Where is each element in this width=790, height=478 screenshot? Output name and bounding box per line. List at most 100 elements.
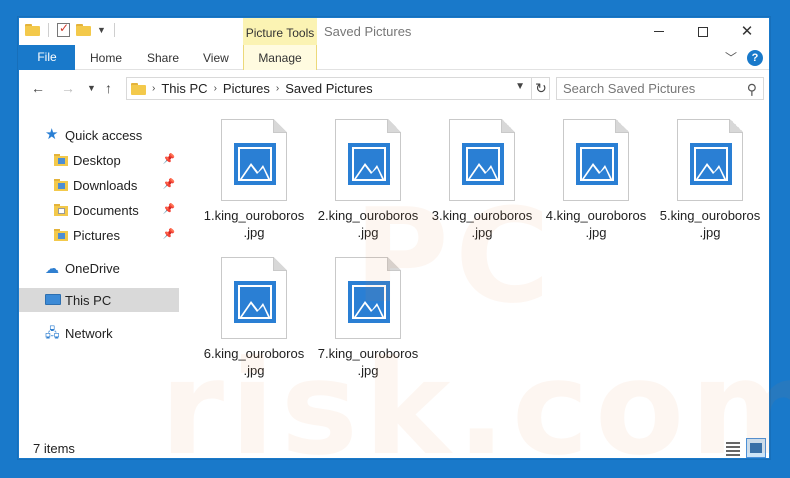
minimize-button[interactable]	[637, 18, 681, 45]
navigation-bar: ← → ▼ ↑ › This PC › Pictures › Saved Pic…	[19, 71, 769, 105]
file-item[interactable]: 4.king_ouroboros .jpg	[537, 119, 655, 241]
toolbar-separator	[48, 23, 49, 37]
image-file-icon	[449, 119, 515, 201]
file-item[interactable]: 7.king_ouroboros .jpg	[309, 257, 427, 379]
file-name: 1.king_ouroboros .jpg	[203, 208, 305, 240]
large-icons-icon	[750, 443, 762, 453]
pictures-folder-icon	[53, 227, 69, 243]
refresh-icon: ↻	[535, 80, 547, 96]
ribbon-controls: ﹀ ?	[725, 49, 763, 66]
address-bar[interactable]: › This PC › Pictures › Saved Pictures ▼	[126, 77, 550, 100]
sidebar-item-label: Pictures	[73, 227, 120, 243]
pin-icon[interactable]: 📌	[163, 179, 175, 190]
address-folder-icon	[131, 82, 146, 95]
file-item[interactable]: 1.king_ouroboros .jpg	[195, 119, 313, 241]
image-file-icon	[335, 257, 401, 339]
explorer-window: ▼ Picture Tools Saved Pictures ✕ File Ho…	[18, 17, 770, 459]
navigation-pane: ★ Quick access Desktop 📌 Downloads 📌 Doc…	[19, 115, 179, 437]
sidebar-item-desktop[interactable]: Desktop 📌	[19, 148, 179, 172]
customize-toolbar-icon[interactable]: ▼	[97, 25, 106, 35]
sidebar-item-label: Network	[65, 325, 113, 341]
breadcrumb-this-pc[interactable]: This PC	[161, 81, 207, 96]
expand-ribbon-icon[interactable]: ﹀	[725, 49, 737, 66]
refresh-button[interactable]: ↻	[531, 77, 550, 100]
cloud-icon: ☁	[45, 260, 59, 276]
sidebar-item-label: Documents	[73, 202, 139, 218]
file-name: 6.king_ouroboros .jpg	[203, 346, 305, 378]
file-item[interactable]: 2.king_ouroboros .jpg	[309, 119, 427, 241]
sidebar-item-network[interactable]: 🖧 Network	[19, 321, 179, 345]
star-icon: ★	[45, 126, 59, 143]
image-file-icon	[221, 119, 287, 201]
search-input[interactable]: Search Saved Pictures	[556, 77, 764, 100]
minimize-icon	[654, 31, 664, 32]
breadcrumb-pictures[interactable]: Pictures	[223, 81, 270, 96]
pin-icon[interactable]: 📌	[163, 154, 175, 165]
sidebar-item-label: Downloads	[73, 177, 138, 193]
tab-home[interactable]: Home	[90, 45, 122, 70]
sidebar-item-documents[interactable]: Documents 📌	[19, 198, 179, 222]
computer-icon	[45, 292, 61, 308]
title-bar: ▼ Picture Tools Saved Pictures ✕	[19, 18, 769, 45]
tab-file[interactable]: File	[19, 45, 75, 70]
image-file-icon	[221, 257, 287, 339]
sidebar-item-this-pc[interactable]: This PC	[19, 288, 179, 312]
large-icons-view-button[interactable]	[746, 438, 766, 458]
image-file-icon	[335, 119, 401, 201]
tab-view[interactable]: View	[203, 45, 229, 70]
file-name: 3.king_ouroboros .jpg	[431, 208, 533, 240]
sidebar-item-label: Desktop	[73, 152, 121, 168]
toolbar-separator	[113, 23, 115, 37]
file-name: 5.king_ouroboros .jpg	[659, 208, 761, 240]
search-icon[interactable]: ⚲	[747, 81, 757, 98]
status-bar: 7 items	[19, 438, 769, 458]
picture-tools-label: Picture Tools	[243, 18, 317, 45]
address-dropdown-icon[interactable]: ▼	[515, 81, 525, 92]
file-name: 4.king_ouroboros .jpg	[545, 208, 647, 240]
image-file-icon	[563, 119, 629, 201]
up-arrow-icon[interactable]: ↑	[105, 80, 112, 96]
chevron-right-icon[interactable]: ›	[214, 83, 217, 94]
help-icon[interactable]: ?	[747, 49, 763, 66]
documents-folder-icon	[53, 202, 69, 218]
details-view-button[interactable]	[725, 440, 741, 456]
maximize-button[interactable]	[681, 18, 725, 45]
back-arrow-icon[interactable]: ←	[31, 80, 45, 96]
tab-manage[interactable]: Manage	[243, 45, 317, 70]
downloads-folder-icon	[53, 177, 69, 193]
folder-icon	[25, 24, 40, 36]
tab-share[interactable]: Share	[147, 45, 179, 70]
properties-icon[interactable]	[57, 21, 70, 37]
desktop-folder-icon	[53, 152, 69, 168]
ribbon-tabs: File Home Share View Manage ﹀ ?	[19, 45, 769, 70]
breadcrumb-saved-pictures[interactable]: Saved Pictures	[285, 81, 372, 96]
file-item[interactable]: 6.king_ouroboros .jpg	[195, 257, 313, 379]
sidebar-item-label: OneDrive	[65, 260, 120, 276]
file-name: 7.king_ouroboros .jpg	[317, 346, 419, 378]
window-title: Saved Pictures	[324, 24, 412, 39]
maximize-icon	[698, 26, 708, 37]
recent-locations-icon[interactable]: ▼	[87, 83, 96, 93]
forward-arrow-icon[interactable]: →	[61, 80, 75, 96]
new-folder-icon[interactable]	[76, 24, 91, 36]
window-controls: ✕	[637, 18, 769, 45]
item-count: 7 items	[33, 441, 75, 456]
sidebar-item-label: This PC	[65, 292, 112, 308]
chevron-right-icon[interactable]: ›	[276, 83, 279, 94]
sidebar-item-label: Quick access	[65, 127, 143, 143]
file-item[interactable]: 3.king_ouroboros .jpg	[423, 119, 541, 241]
close-button[interactable]: ✕	[725, 18, 769, 45]
file-list: 1.king_ouroboros .jpg 2.king_ouroboros .jp…	[179, 105, 769, 440]
pin-icon[interactable]: 📌	[163, 229, 175, 240]
file-item[interactable]: 5.king_ouroboros .jpg	[651, 119, 769, 241]
sidebar-item-onedrive[interactable]: ☁ OneDrive	[19, 256, 179, 280]
quick-access-toolbar: ▼	[25, 21, 117, 37]
sidebar-item-pictures[interactable]: Pictures 📌	[19, 223, 179, 247]
close-icon: ✕	[740, 23, 754, 40]
image-file-icon	[677, 119, 743, 201]
pin-icon[interactable]: 📌	[163, 204, 175, 215]
sidebar-item-quick-access[interactable]: ★ Quick access	[19, 123, 179, 147]
sidebar-item-downloads[interactable]: Downloads 📌	[19, 173, 179, 197]
chevron-right-icon[interactable]: ›	[152, 83, 155, 94]
network-icon: 🖧	[45, 325, 60, 340]
